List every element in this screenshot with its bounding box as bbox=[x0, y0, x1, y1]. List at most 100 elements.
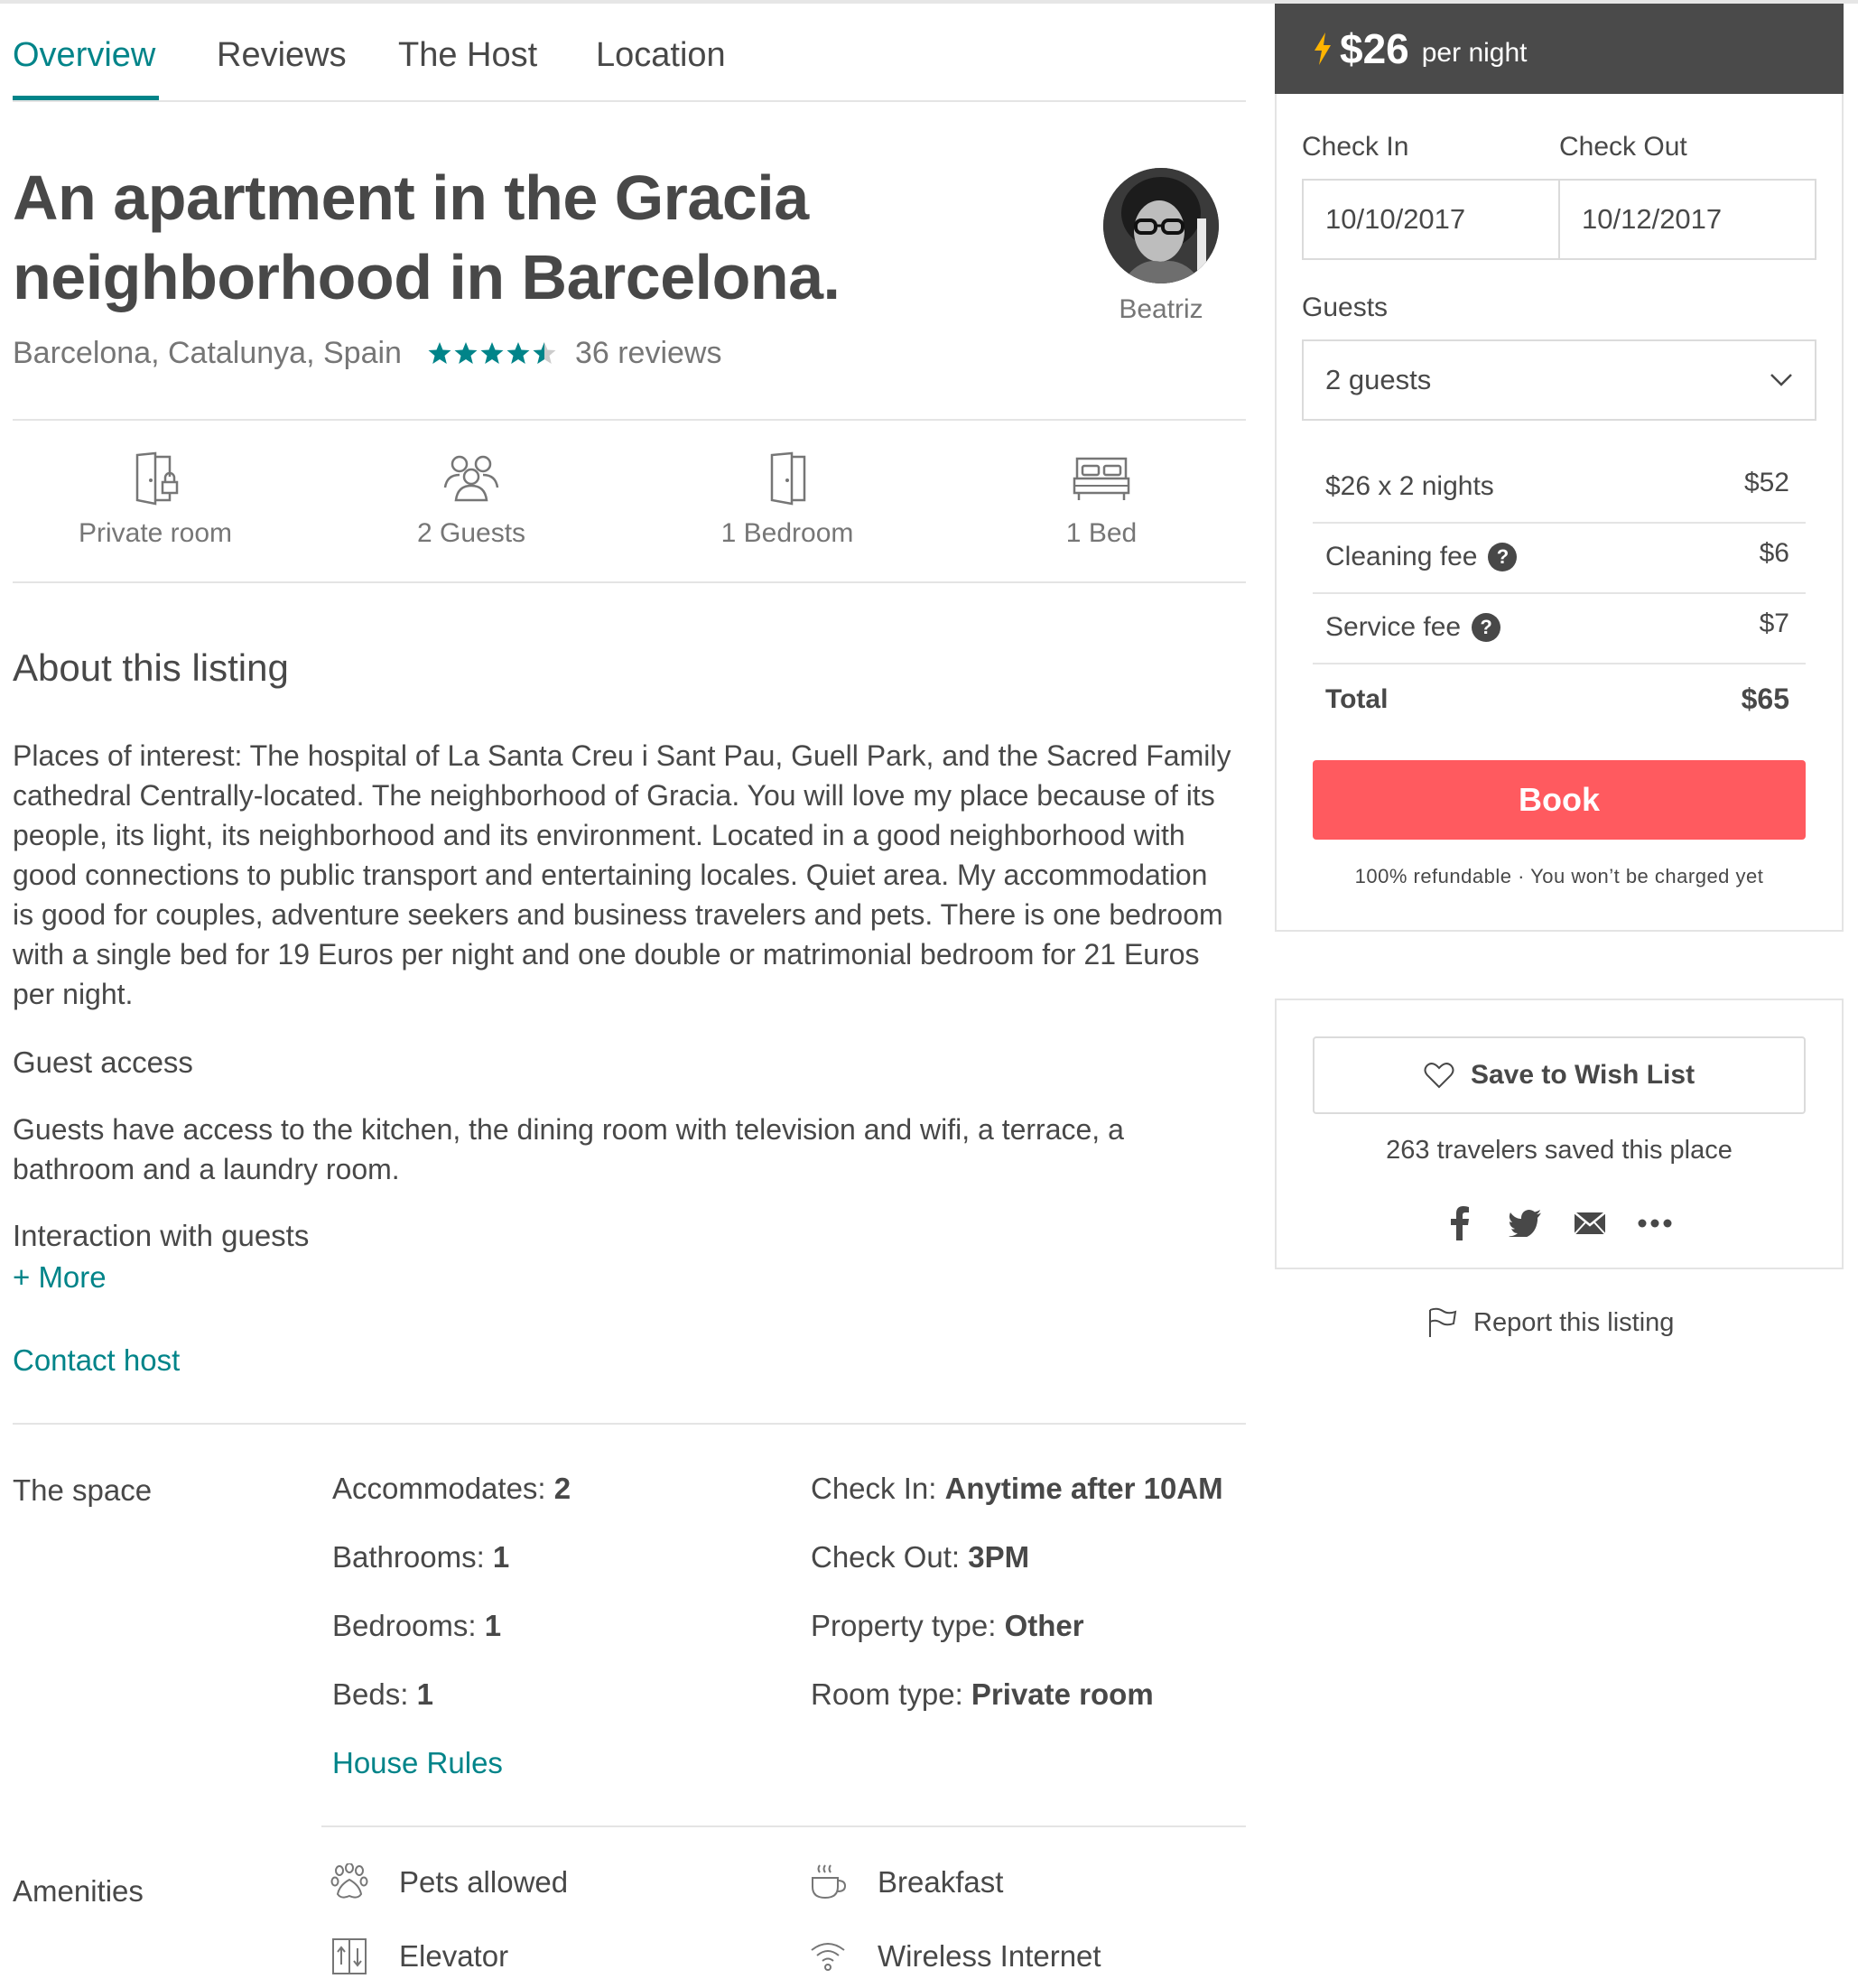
space-heading: The space bbox=[13, 1473, 153, 1507]
space-check-in: Check In: Anytime after 10AM bbox=[811, 1472, 1223, 1506]
fee-label: $26 x 2 nights bbox=[1325, 471, 1494, 501]
space-value: 1 bbox=[492, 1540, 510, 1574]
bedroom-door-icon bbox=[770, 451, 806, 506]
guests-select-value: 2 guests bbox=[1325, 364, 1432, 395]
check-in-label: Check In bbox=[1302, 132, 1409, 162]
fee-label-wrap: Service fee? bbox=[1325, 612, 1501, 643]
total-label: Total bbox=[1325, 684, 1389, 714]
divider bbox=[321, 1825, 1246, 1827]
space-value: Private room bbox=[971, 1677, 1154, 1711]
tab-the-host[interactable]: The Host bbox=[398, 36, 537, 75]
amenity-label: Breakfast bbox=[878, 1865, 1004, 1899]
listing-nav: Overview Reviews The Host Location bbox=[13, 0, 1246, 102]
wifi-icon bbox=[811, 1943, 845, 1971]
private-room-icon bbox=[135, 451, 179, 506]
space-label: Room type: bbox=[811, 1677, 971, 1711]
check-in-input[interactable]: 10/10/2017 bbox=[1302, 179, 1560, 260]
twitter-icon bbox=[1509, 1210, 1541, 1237]
space-value: Anytime after 10AM bbox=[944, 1472, 1223, 1505]
contact-host-link[interactable]: Contact host bbox=[13, 1343, 180, 1378]
space-value: 3PM bbox=[968, 1540, 1030, 1574]
bed-icon bbox=[1073, 457, 1130, 500]
amenity-pets: Pets allowed bbox=[330, 1863, 568, 1901]
summary-bed: 1 Bed bbox=[993, 451, 1210, 549]
house-rules-link[interactable]: House Rules bbox=[332, 1746, 503, 1780]
space-bedrooms: Bedrooms: 1 bbox=[332, 1609, 501, 1643]
amenity-wifi: Wireless Internet bbox=[809, 1937, 1101, 1975]
amenity-elevator: Elevator bbox=[330, 1937, 508, 1975]
report-listing-label: Report this listing bbox=[1473, 1307, 1675, 1337]
summary-label-bed: 1 Bed bbox=[1065, 518, 1138, 548]
fee-label: Service fee bbox=[1325, 612, 1462, 642]
space-label: Bathrooms: bbox=[332, 1540, 493, 1574]
share-email-button[interactable] bbox=[1567, 1201, 1612, 1246]
space-check-out: Check Out: 3PM bbox=[811, 1540, 1029, 1575]
rating-stars[interactable] bbox=[427, 340, 562, 367]
space-label: Bedrooms: bbox=[332, 1609, 485, 1642]
space-label: Check In: bbox=[811, 1472, 945, 1505]
check-out-input[interactable]: 10/12/2017 bbox=[1558, 179, 1816, 260]
amenities-heading: Amenities bbox=[13, 1874, 144, 1908]
help-icon[interactable]: ? bbox=[1488, 543, 1518, 571]
share-more-button[interactable] bbox=[1632, 1201, 1677, 1246]
space-label: Accommodates: bbox=[332, 1472, 554, 1505]
listing-subline: Barcelona, Catalunya, Spain 36 reviews bbox=[13, 336, 721, 371]
space-value: 1 bbox=[416, 1677, 433, 1711]
space-label: Property type: bbox=[811, 1609, 1005, 1642]
share-facebook-button[interactable] bbox=[1437, 1201, 1482, 1246]
price-header: $26 per night bbox=[1275, 4, 1844, 94]
guest-access-text: Guests have access to the kitchen, the d… bbox=[13, 1113, 1124, 1185]
host-photo bbox=[1103, 168, 1219, 283]
listing-location: Barcelona, Catalunya, Spain bbox=[13, 336, 402, 370]
space-label: Check Out: bbox=[811, 1540, 969, 1574]
flag-icon bbox=[1429, 1307, 1457, 1337]
space-value: 1 bbox=[484, 1609, 502, 1642]
summary-private-room: Private room bbox=[47, 451, 264, 549]
space-beds: Beds: 1 bbox=[332, 1677, 433, 1712]
coffee-cup-icon bbox=[812, 1864, 847, 1900]
fee-value: $7 bbox=[1759, 608, 1789, 638]
save-to-wishlist-label: Save to Wish List bbox=[1470, 1060, 1695, 1090]
divider bbox=[13, 581, 1246, 583]
space-room-type: Room type: Private room bbox=[811, 1677, 1154, 1712]
share-twitter-button[interactable] bbox=[1502, 1201, 1547, 1246]
fee-label: Cleaning fee bbox=[1325, 542, 1478, 571]
host-avatar[interactable] bbox=[1103, 168, 1219, 283]
guests-label: Guests bbox=[1302, 293, 1389, 322]
summary-label-guests: 2 Guests bbox=[416, 518, 526, 548]
heart-icon bbox=[1424, 1063, 1454, 1089]
active-tab-indicator bbox=[13, 96, 159, 100]
guests-select[interactable]: 2 guests bbox=[1302, 339, 1816, 421]
interaction-heading: Interaction with guests bbox=[13, 1219, 310, 1252]
paw-icon bbox=[330, 1863, 368, 1899]
space-property-type: Property type: Other bbox=[811, 1609, 1084, 1643]
fee-row-nights: $26 x 2 nights $52 bbox=[1313, 453, 1806, 524]
divider bbox=[13, 1423, 1246, 1425]
about-description: Places of interest: The hospital of La S… bbox=[13, 739, 1231, 1010]
space-bathrooms: Bathrooms: 1 bbox=[332, 1540, 509, 1575]
total-value: $65 bbox=[1741, 683, 1789, 715]
email-icon bbox=[1574, 1212, 1606, 1235]
space-value: 2 bbox=[553, 1472, 571, 1505]
help-icon[interactable]: ? bbox=[1472, 613, 1501, 642]
saved-count: 263 travelers saved this place bbox=[1386, 1136, 1733, 1165]
save-to-wishlist-button[interactable]: Save to Wish List bbox=[1313, 1036, 1806, 1114]
more-link[interactable]: + More bbox=[13, 1260, 107, 1295]
reviews-count[interactable]: 36 reviews bbox=[575, 336, 722, 371]
fee-value: $6 bbox=[1759, 538, 1789, 568]
tab-reviews[interactable]: Reviews bbox=[217, 36, 347, 75]
facebook-icon bbox=[1451, 1206, 1469, 1240]
about-heading: About this listing bbox=[13, 646, 289, 689]
space-value: Other bbox=[1004, 1609, 1084, 1642]
summary-label-bedroom: 1 Bedroom bbox=[720, 518, 854, 548]
tab-location[interactable]: Location bbox=[596, 36, 726, 75]
tab-overview[interactable]: Overview bbox=[13, 36, 155, 75]
book-button[interactable]: Book bbox=[1313, 760, 1806, 840]
summary-label-private-room: Private room bbox=[78, 518, 233, 548]
guests-icon bbox=[443, 455, 499, 502]
report-listing-link[interactable]: Report this listing bbox=[1428, 1307, 1674, 1338]
host-name[interactable]: Beatriz bbox=[1103, 294, 1219, 325]
fee-value: $52 bbox=[1743, 468, 1789, 497]
elevator-icon bbox=[332, 1938, 367, 1974]
space-label: Beds: bbox=[332, 1677, 417, 1711]
